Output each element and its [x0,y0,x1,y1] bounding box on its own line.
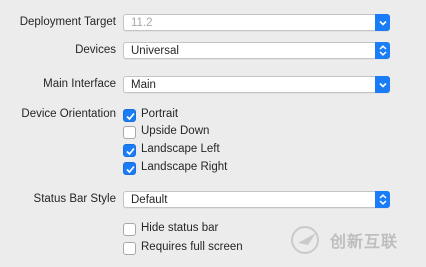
devices-select[interactable]: Universal [123,42,390,59]
landscape-right-checkbox[interactable] [123,162,136,175]
watermark: 创新互联 [290,220,420,260]
status-bar-style-select[interactable]: Default [123,191,390,208]
status-bar-style-label: Status Bar Style [33,193,116,205]
main-interface-select[interactable]: Main [123,76,390,93]
watermark-text: 创新互联 [330,234,399,251]
upside-down-checkbox[interactable] [123,126,136,139]
up-down-chevron-icon [375,42,390,59]
status-bar-style-value: Default [131,194,168,206]
landscape-right-label: Landscape Right [141,161,228,173]
devices-label: Devices [75,44,116,56]
checkmark-icon [126,165,135,174]
devices-value: Universal [131,45,179,57]
deployment-target-label: Deployment Target [19,16,116,28]
chevron-down-icon [375,76,390,93]
device-orientation-label: Device Orientation [21,108,116,120]
checkmark-icon [126,147,135,156]
hide-status-bar-label: Hide status bar [141,222,219,234]
upside-down-label: Upside Down [141,125,210,137]
landscape-left-checkbox[interactable] [123,144,136,157]
main-interface-label: Main Interface [43,78,116,90]
requires-full-screen-label: Requires full screen [141,241,243,253]
watermark-logo-icon [291,226,319,254]
checkmark-icon [126,112,135,121]
deployment-target-select[interactable]: 11.2 [123,14,390,31]
deployment-target-value: 11.2 [131,17,153,29]
requires-full-screen-checkbox[interactable] [123,242,136,255]
hide-status-bar-checkbox[interactable] [123,223,136,236]
up-down-chevron-icon [375,191,390,208]
main-interface-value: Main [131,79,156,91]
chevron-down-icon [375,14,390,31]
portrait-label: Portrait [141,108,179,120]
portrait-checkbox[interactable] [123,109,136,122]
landscape-left-label: Landscape Left [141,143,220,155]
